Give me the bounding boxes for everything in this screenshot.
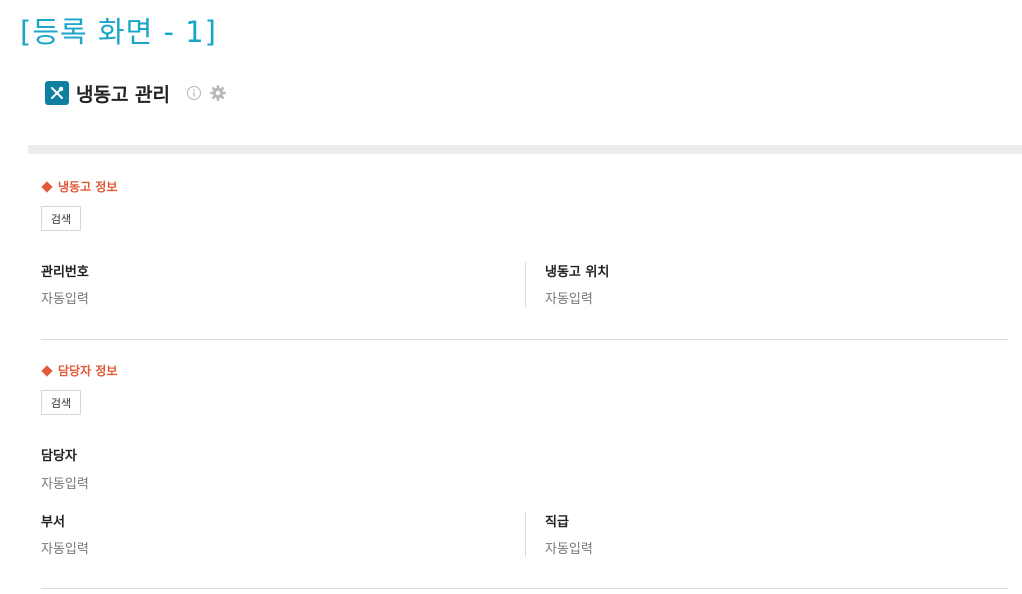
freezer-search-button[interactable]: 검색 [41,206,81,231]
gear-icon[interactable] [209,84,227,102]
tools-icon [45,81,69,105]
info-icon[interactable] [186,85,202,101]
manager-section-title-text: 담당자 정보 [58,364,118,378]
freezer-section-title-text: 냉동고 정보 [58,180,118,194]
department-label: 부서 [41,515,65,530]
freezer-section-title: 냉동고 정보 [41,178,117,195]
column-divider [525,262,526,307]
page-title: 냉동고 관리 [76,83,171,106]
section-divider [41,588,1008,589]
page-header: 냉동고 관리 [45,80,227,106]
position-value: 자동입력 [545,542,593,557]
screen-label: [등록 화면 - 1] [20,15,217,49]
header-divider-bar [28,145,1022,154]
manager-label: 담당자 [41,449,77,464]
manager-search-button[interactable]: 검색 [41,390,81,415]
section-divider [41,339,1008,340]
manager-value: 자동입력 [41,477,89,492]
freezer-location-label: 냉동고 위치 [545,265,610,280]
management-number-value: 자동입력 [41,292,89,307]
manager-section-title: 담당자 정보 [41,362,117,379]
department-value: 자동입력 [41,542,89,557]
column-divider [525,511,526,557]
position-label: 직급 [545,515,569,530]
management-number-label: 관리번호 [41,265,89,280]
freezer-location-value: 자동입력 [545,292,593,307]
diamond-icon [41,364,53,377]
diamond-icon [41,180,53,193]
